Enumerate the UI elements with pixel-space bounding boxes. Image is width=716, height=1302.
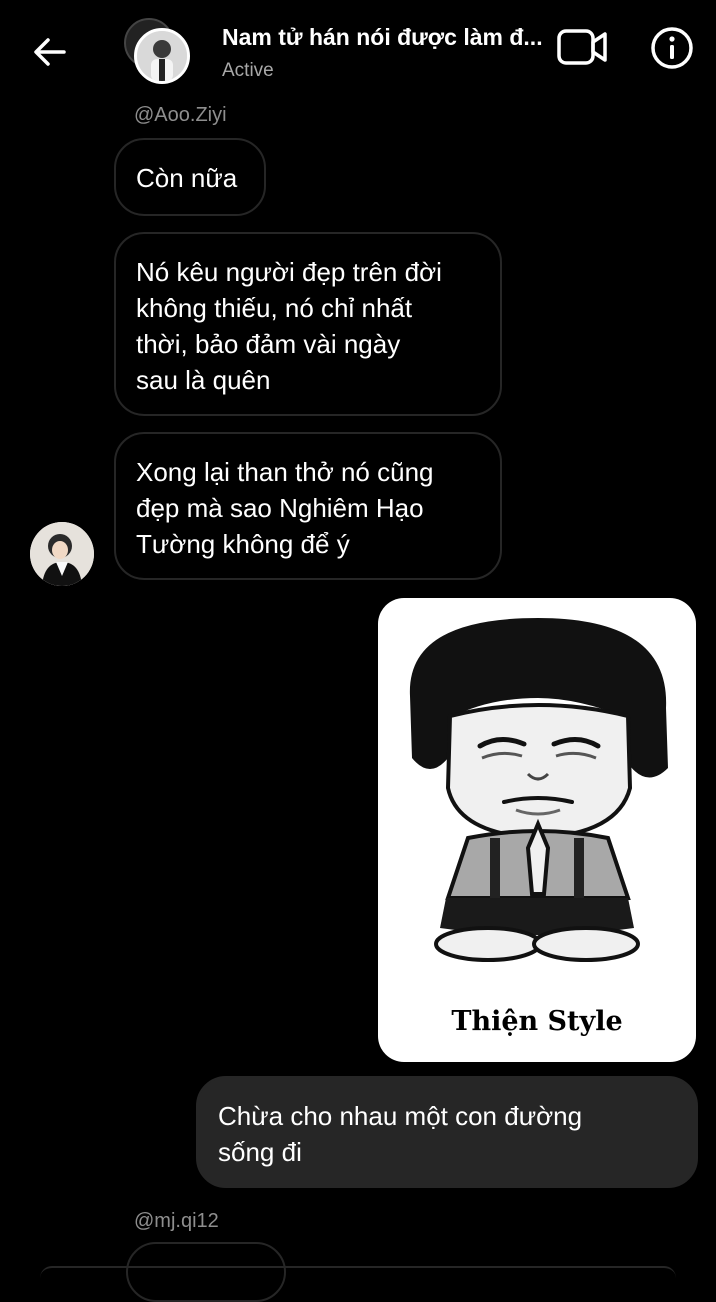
- meme-sticker-image: [409, 618, 668, 962]
- active-status: Active: [222, 60, 274, 81]
- message-line: Xong lại than thở nó cũng: [136, 457, 434, 487]
- message-text: Còn nữa: [136, 163, 238, 193]
- info-circle-icon: [651, 27, 693, 69]
- message-line: Chừa cho nhau một con đường: [218, 1101, 583, 1131]
- sent-message-bubble[interactable]: Chừa cho nhau một con đường sống đi: [196, 1076, 698, 1188]
- message-line: Tường không để ý: [136, 529, 350, 559]
- message-bubble[interactable]: Xong lại than thở nó cũng đẹp mà sao Ngh…: [114, 432, 502, 580]
- chat-header: Nam tử hán nói được làm đ... Active: [0, 0, 716, 100]
- sticker-message[interactable]: Thiện Style: [378, 598, 696, 1062]
- message-line: sống đi: [218, 1137, 302, 1167]
- arrow-left-icon: [34, 38, 66, 66]
- info-button[interactable]: [650, 26, 694, 70]
- sender-username[interactable]: @Aoo.Ziyi: [134, 104, 227, 127]
- message-composer-edge: [40, 1266, 676, 1278]
- back-button[interactable]: [28, 30, 72, 74]
- message-line: Nó kêu người đẹp trên đời: [136, 257, 442, 287]
- message-bubble[interactable]: Nó kêu người đẹp trên đời không thiếu, n…: [114, 232, 502, 416]
- message-bubble[interactable]: Còn nữa: [114, 138, 266, 216]
- message-line: không thiếu, nó chỉ nhất: [136, 293, 413, 323]
- message-line: đẹp mà sao Nghiêm Hạo: [136, 493, 424, 523]
- sender-avatar[interactable]: [30, 522, 94, 586]
- video-camera-icon: [557, 29, 607, 65]
- video-call-button[interactable]: [556, 26, 610, 68]
- avatar: [134, 28, 190, 84]
- avatar: [30, 522, 94, 586]
- message-line: thời, bảo đảm vài ngày: [136, 329, 401, 359]
- message-line: sau là quên: [136, 365, 271, 395]
- sticker-caption: Thiện Style: [451, 1006, 623, 1037]
- sender-username[interactable]: @mj.qi12: [134, 1210, 219, 1233]
- conversation-title[interactable]: Nam tử hán nói được làm đ...: [222, 24, 558, 51]
- header-avatar[interactable]: [124, 18, 194, 88]
